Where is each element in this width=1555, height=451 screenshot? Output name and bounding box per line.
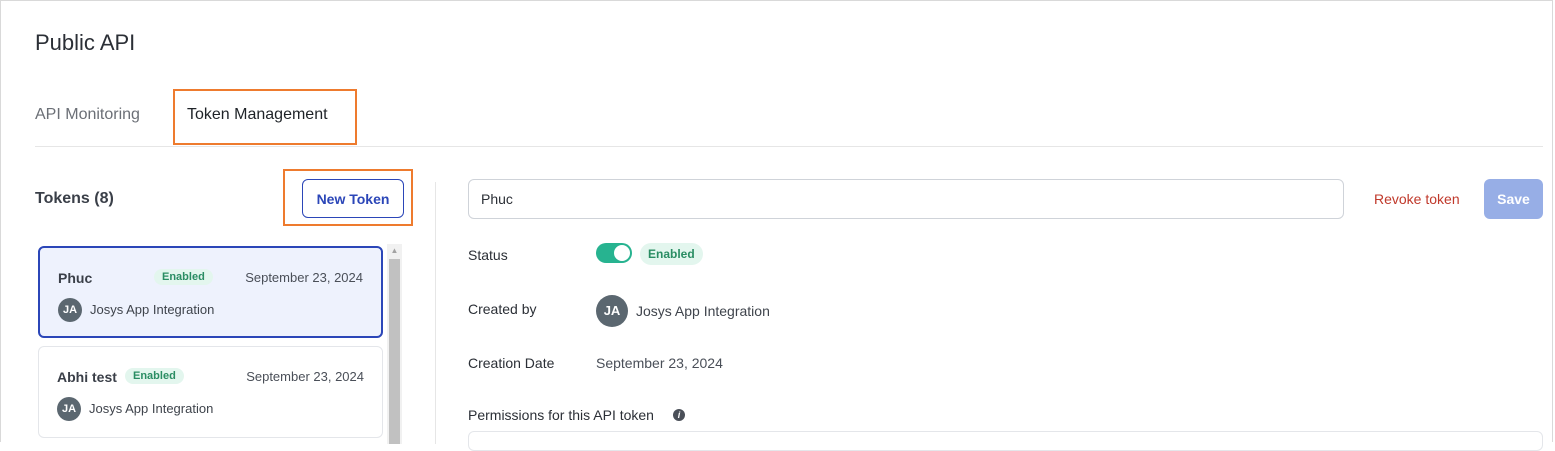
avatar: JA	[58, 298, 82, 322]
status-toggle[interactable]	[596, 243, 632, 263]
status-badge: Enabled	[125, 368, 184, 384]
token-owner: Josys App Integration	[89, 401, 214, 416]
highlight-box-new-token	[283, 169, 413, 226]
created-by-label: Created by	[468, 301, 537, 317]
info-icon[interactable]: i	[673, 409, 685, 421]
token-name: Phuc	[58, 270, 93, 286]
created-by-name: Josys App Integration	[636, 303, 770, 319]
status-badge: Enabled	[640, 243, 703, 265]
token-name-input[interactable]	[468, 179, 1344, 219]
token-list-scrollbar[interactable]: ▲	[387, 244, 402, 444]
scroll-up-arrow-icon[interactable]: ▲	[387, 244, 402, 258]
token-date: September 23, 2024	[245, 270, 363, 285]
token-card-phuc[interactable]: Phuc Enabled September 23, 2024 JA Josys…	[38, 246, 383, 338]
permissions-panel	[468, 431, 1543, 451]
avatar: JA	[596, 295, 628, 327]
token-date: September 23, 2024	[246, 369, 364, 384]
token-name: Abhi test	[57, 369, 117, 385]
scrollbar-thumb[interactable]	[389, 259, 400, 444]
status-label: Status	[468, 247, 508, 263]
creation-date-value: September 23, 2024	[596, 355, 723, 371]
token-owner: Josys App Integration	[90, 302, 215, 317]
toggle-knob	[614, 245, 630, 261]
panel-divider	[435, 182, 436, 444]
tokens-title: Tokens (8)	[35, 190, 114, 207]
page-title: Public API	[35, 30, 136, 55]
tab-api-monitoring[interactable]: API Monitoring	[35, 106, 140, 124]
token-card-abhi-test[interactable]: Abhi test Enabled September 23, 2024 JA …	[38, 346, 383, 438]
avatar: JA	[57, 397, 81, 421]
creation-date-label: Creation Date	[468, 355, 555, 371]
status-badge: Enabled	[154, 269, 213, 285]
highlight-box-tab	[173, 89, 357, 145]
revoke-token-button[interactable]: Revoke token	[1374, 191, 1460, 207]
save-button[interactable]: Save	[1484, 179, 1543, 219]
permissions-label: Permissions for this API token	[468, 407, 654, 423]
